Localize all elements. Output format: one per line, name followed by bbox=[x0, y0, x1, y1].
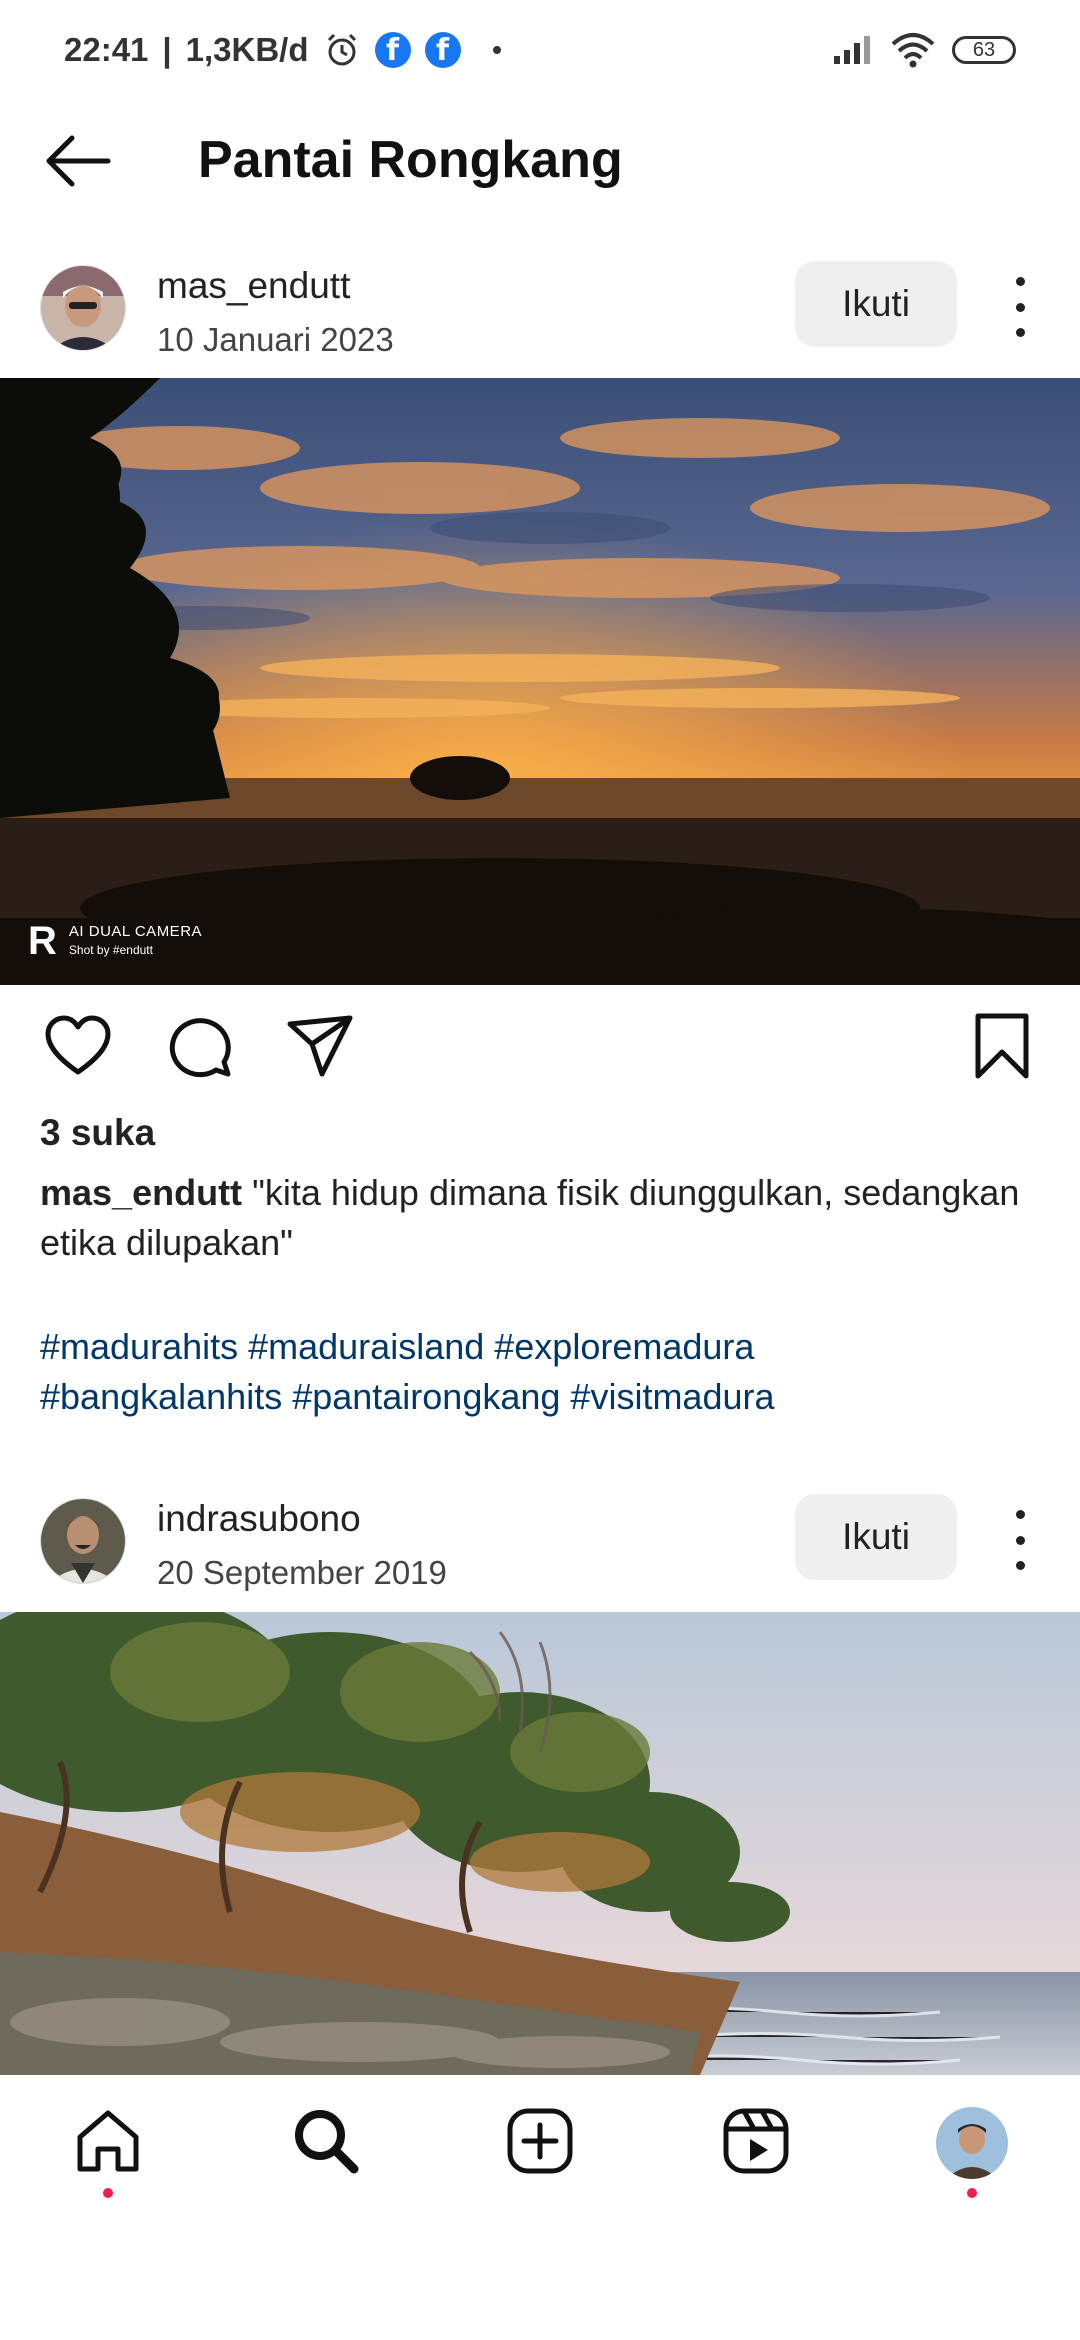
home-icon[interactable] bbox=[72, 2105, 144, 2177]
reels-icon[interactable] bbox=[720, 2105, 792, 2177]
sunset-image bbox=[0, 378, 1080, 985]
post-date: 10 Januari 2023 bbox=[157, 321, 394, 358]
status-separator: | bbox=[162, 31, 172, 68]
status-left: 22:41 | 1,3KB/d f f bbox=[64, 24, 501, 76]
follow-button[interactable]: Ikuti bbox=[795, 1494, 957, 1580]
hashtags-line-1[interactable]: #madurahits #maduraisland #exploremadura bbox=[40, 1322, 1040, 1372]
post-username[interactable]: indrasubono bbox=[157, 1498, 361, 1540]
profile-notification-dot bbox=[967, 2188, 977, 2198]
battery-icon: 63 bbox=[952, 36, 1016, 64]
page-title: Pantai Rongkang bbox=[198, 131, 623, 189]
post-date: 20 September 2019 bbox=[157, 1554, 447, 1591]
camera-brand-logo-icon: R bbox=[28, 919, 57, 963]
battery-level: 63 bbox=[972, 38, 996, 61]
avatar[interactable] bbox=[40, 265, 126, 351]
follow-button[interactable]: Ikuti bbox=[795, 261, 957, 347]
home-notification-dot bbox=[103, 2188, 113, 2198]
facebook-icon: f bbox=[424, 32, 461, 68]
watermark-credit: Shot by #endutt bbox=[68, 943, 153, 957]
dot-icon bbox=[492, 46, 501, 54]
more-options-icon[interactable] bbox=[1000, 1510, 1040, 1570]
comment-icon[interactable] bbox=[164, 1010, 236, 1082]
search-icon[interactable] bbox=[290, 2105, 362, 2177]
profile-avatar[interactable] bbox=[936, 2107, 1008, 2179]
post-photo[interactable] bbox=[0, 1612, 1080, 2075]
top-bar: Pantai Rongkang bbox=[0, 110, 1080, 210]
arrow-left-icon[interactable] bbox=[40, 126, 120, 196]
create-icon[interactable] bbox=[504, 2105, 576, 2177]
more-options-icon[interactable] bbox=[1000, 277, 1040, 337]
post-hashtags[interactable]: #madurahits #maduraisland #exploremadura… bbox=[40, 1322, 1040, 1422]
post-username[interactable]: mas_endutt bbox=[157, 265, 350, 307]
bottom-navigation bbox=[0, 2075, 1080, 2215]
status-time: 22:41 bbox=[64, 31, 149, 68]
photo-watermark: R AI DUAL CAMERA Shot by #endutt bbox=[28, 921, 202, 961]
status-net-speed: 1,3KB/d bbox=[185, 31, 309, 68]
post-photo[interactable]: R AI DUAL CAMERA Shot by #endutt bbox=[0, 378, 1080, 985]
facebook-icon: f bbox=[374, 32, 411, 68]
status-bar: 22:41 | 1,3KB/d f f 63 bbox=[0, 0, 1080, 100]
beach-image bbox=[0, 1612, 1080, 2075]
post-header: mas_endutt 10 Januari 2023 Ikuti bbox=[0, 261, 1080, 385]
wifi-icon bbox=[891, 33, 935, 68]
post-actions bbox=[0, 1010, 1080, 1090]
like-count[interactable]: 3 suka bbox=[40, 1112, 155, 1154]
heart-icon[interactable] bbox=[42, 1010, 114, 1082]
post-caption: mas_endutt "kita hidup dimana fisik diun… bbox=[40, 1168, 1040, 1268]
avatar[interactable] bbox=[40, 1498, 126, 1584]
status-right: 63 bbox=[832, 28, 1016, 72]
signal-icon bbox=[834, 36, 870, 64]
caption-username[interactable]: mas_endutt bbox=[40, 1172, 242, 1213]
share-icon[interactable] bbox=[284, 1010, 356, 1082]
hashtags-line-2[interactable]: #bangkalanhits #pantairongkang #visitmad… bbox=[40, 1372, 1040, 1422]
bookmark-icon[interactable] bbox=[966, 1010, 1038, 1082]
watermark-brand: AI DUAL CAMERA bbox=[68, 923, 203, 940]
post-header: indrasubono 20 September 2019 Ikuti bbox=[0, 1494, 1080, 1618]
alarm-icon bbox=[327, 33, 356, 66]
